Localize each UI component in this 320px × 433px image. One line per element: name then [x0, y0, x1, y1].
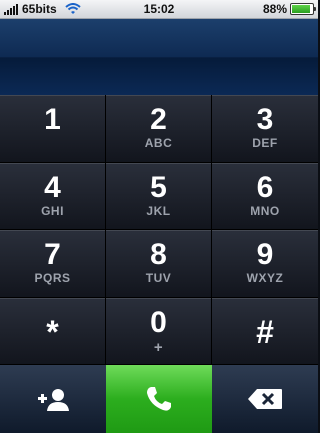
key-star[interactable]: *: [0, 298, 106, 365]
key-digit: 7: [44, 238, 61, 271]
phone-icon: [147, 387, 171, 411]
key-6[interactable]: 6 MNO: [212, 163, 318, 230]
key-digit: 5: [150, 171, 167, 204]
key-digit: 2: [150, 103, 167, 136]
key-0[interactable]: 0 +: [106, 298, 212, 365]
key-letters: GHI: [41, 204, 64, 218]
key-5[interactable]: 5 JKL: [106, 163, 212, 230]
battery-percent: 88%: [262, 2, 287, 16]
key-digit: 6: [256, 171, 274, 204]
keypad: 1 2 ABC 3 DEF 4 GHI 5 JKL 6 MNO 7 PQRS 8 TUV 9W…: [0, 95, 318, 365]
key-2[interactable]: 2 ABC: [106, 95, 212, 163]
key-7[interactable]: 7 PQRS: [0, 230, 106, 298]
battery-icon: [290, 3, 316, 15]
key-letters: WXYZ: [246, 271, 284, 285]
key-letters: +: [153, 339, 164, 356]
key-letters: MNO: [250, 204, 280, 218]
key-digit: 1: [44, 103, 61, 136]
status-bar: 65bits 15:02 88%: [0, 0, 318, 19]
key-9[interactable]: 9 WXYZ: [212, 230, 318, 298]
phone-dialer: 65bits 15:02 88% 1 2 ABC 3 DEF 4 GHI 5 JKL 6…: [0, 0, 318, 433]
number-display: [0, 19, 318, 95]
key-4[interactable]: 4 GHI: [0, 163, 106, 230]
key-digit: 0: [150, 306, 167, 339]
add-contact-button[interactable]: [0, 365, 106, 433]
key-digit: 8: [150, 238, 167, 271]
key-8[interactable]: 8 TUV: [106, 230, 212, 298]
key-3[interactable]: 3 DEF: [212, 95, 318, 163]
call-button[interactable]: [106, 365, 212, 433]
key-letters: JKL: [146, 204, 171, 218]
key-digit: *: [46, 314, 59, 350]
add-contact-icon: [38, 389, 69, 411]
key-digit: #: [256, 314, 274, 350]
backspace-button[interactable]: [212, 365, 318, 433]
action-bar: [0, 365, 318, 433]
key-digit: 3: [256, 103, 274, 136]
status-right: 88%: [262, 2, 316, 16]
key-letters: PQRS: [34, 271, 71, 285]
key-1[interactable]: 1: [0, 95, 106, 163]
key-letters: ABC: [144, 136, 173, 150]
key-letters: DEF: [252, 136, 278, 150]
key-hash[interactable]: #: [212, 298, 318, 365]
key-digit: 4: [44, 171, 61, 204]
key-digit: 9: [256, 238, 274, 271]
key-letters: TUV: [145, 271, 172, 285]
backspace-icon: [248, 389, 282, 409]
